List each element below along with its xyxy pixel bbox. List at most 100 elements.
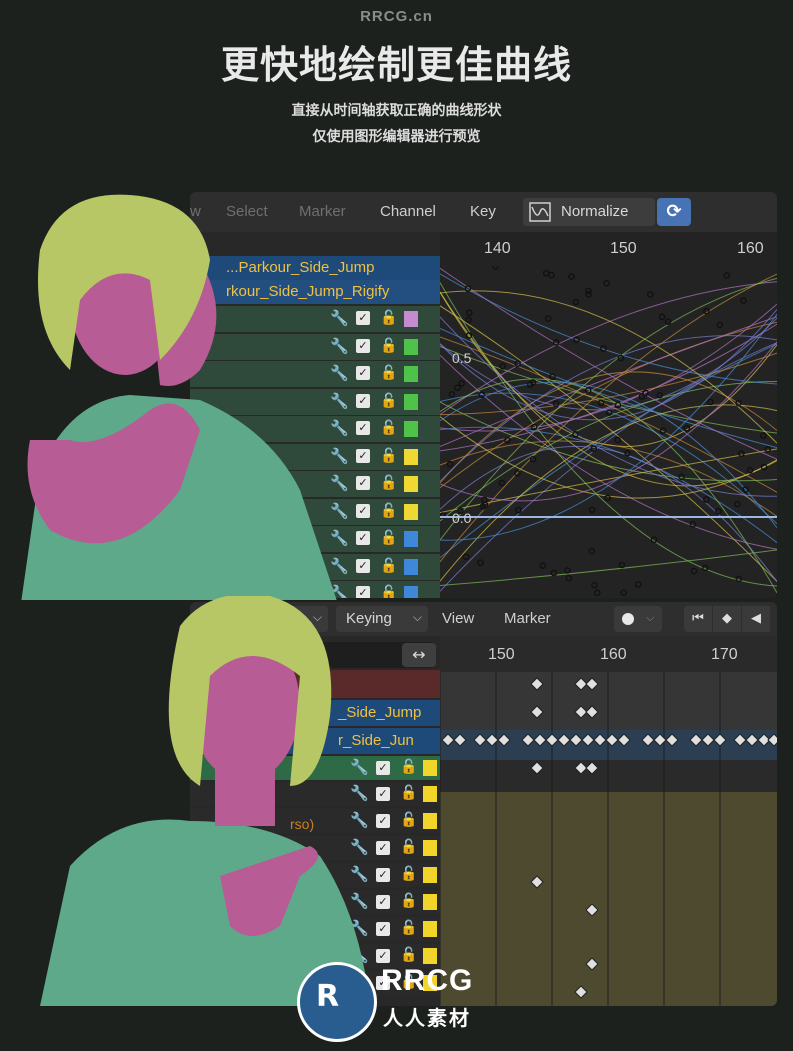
keyframe-point — [542, 269, 550, 277]
jump-keyframe-icon[interactable]: ◆ — [713, 606, 741, 632]
color-swatch — [423, 786, 437, 802]
keyframe-point — [492, 266, 499, 270]
keyframe-point — [715, 507, 722, 515]
menu-marker[interactable]: Marker — [504, 610, 551, 627]
fcurve — [440, 549, 777, 587]
rrcg-logo: R RRCG 人人素材 — [297, 962, 507, 1042]
fcurve — [440, 327, 777, 449]
keyframe-point — [548, 271, 555, 279]
keyframe-diamond — [530, 761, 544, 775]
record-icon — [622, 613, 634, 625]
lock-icon[interactable]: 🔓 — [380, 503, 397, 519]
normalize-label: Normalize — [561, 203, 629, 220]
character-bottom-image — [40, 596, 370, 1006]
keyframe-point — [565, 574, 573, 582]
keyframe-point — [690, 567, 698, 575]
keyframe-point — [618, 561, 626, 569]
keyframe-point — [591, 581, 598, 589]
color-swatch — [404, 586, 418, 598]
keyframe-point — [585, 291, 592, 298]
keyframe-point — [740, 297, 747, 304]
menu-key[interactable]: Key — [470, 203, 496, 220]
fcurve-plot — [440, 266, 777, 596]
lock-icon[interactable]: 🔓 — [400, 893, 417, 909]
keyframe-point — [664, 318, 672, 325]
page-title: 更快地绘制更佳曲线 — [220, 43, 572, 87]
dope-sheet-canvas[interactable]: 150 160 170 — [440, 636, 777, 1006]
lock-icon[interactable]: 🔓 — [380, 365, 397, 381]
keyframe-point — [465, 316, 472, 324]
menu-channel[interactable]: Channel — [380, 203, 436, 220]
ruler-frame-140: 140 — [484, 240, 511, 257]
lock-icon[interactable]: 🔓 — [380, 338, 397, 354]
keyframe-point — [550, 569, 558, 577]
keyframe-point — [646, 291, 654, 298]
lock-icon[interactable]: 🔓 — [400, 866, 417, 882]
keyframe-point — [539, 562, 547, 569]
keyframe-point — [603, 279, 610, 287]
subtitle-line2: 仅使用图形编辑器进行预览 — [312, 129, 481, 145]
keyframe-point — [477, 559, 484, 566]
keyframe-point — [634, 581, 642, 588]
keyframe-point — [454, 384, 461, 392]
keyframe-point — [568, 273, 575, 280]
keyframe-point — [499, 363, 507, 370]
lock-icon[interactable]: 🔓 — [400, 759, 417, 775]
lock-icon[interactable]: 🔓 — [400, 947, 417, 963]
ruler-frame-150: 150 — [610, 240, 637, 257]
color-swatch — [423, 813, 437, 829]
keyframe-point — [723, 272, 731, 279]
keyframe-point — [620, 589, 627, 596]
lock-icon[interactable]: 🔓 — [380, 558, 397, 574]
keyframe-point — [458, 380, 465, 387]
keyframe-point — [448, 391, 456, 398]
keyframe-point — [614, 436, 621, 444]
menu-view[interactable]: View — [442, 610, 474, 627]
record-button[interactable]: ⌵ — [614, 606, 662, 632]
keyframe-point — [656, 391, 664, 399]
lock-icon[interactable]: 🔓 — [380, 393, 397, 409]
normalize-toggle[interactable]: Normalize — [523, 198, 655, 226]
jump-start-icon[interactable]: ⏮ — [684, 606, 712, 632]
keyframe-point — [716, 321, 724, 329]
keyframe-point — [588, 506, 596, 514]
lock-icon[interactable]: 🔓 — [400, 785, 417, 801]
auto-normalize-sync-icon[interactable]: ⟳ — [657, 198, 691, 226]
color-swatch — [404, 421, 418, 437]
color-swatch — [404, 503, 418, 520]
lock-icon[interactable]: 🔓 — [400, 812, 417, 828]
keyframe-point — [515, 506, 522, 514]
graph-editor-canvas[interactable]: 140 150 160 0.5 0.0 — [440, 232, 777, 598]
keyframe-point — [462, 553, 470, 561]
color-swatch — [404, 393, 418, 410]
keyframe-diamond — [574, 761, 588, 775]
color-swatch — [404, 338, 418, 355]
lock-icon[interactable]: 🔓 — [400, 920, 417, 936]
subtitle-line1: 直接从时间轴获取正确的曲线形状 — [291, 103, 502, 119]
lock-icon[interactable]: 🔓 — [400, 839, 417, 855]
color-swatch — [423, 840, 437, 856]
keyframe-point — [594, 589, 601, 596]
lock-icon[interactable]: 🔓 — [380, 475, 397, 491]
lock-icon[interactable]: 🔓 — [380, 310, 397, 326]
keyframe-point — [746, 467, 754, 474]
keyframe-point — [572, 298, 580, 306]
keyframe-point — [544, 315, 552, 322]
keyframe-point — [588, 547, 595, 555]
color-swatch — [404, 448, 418, 465]
lock-icon[interactable]: 🔓 — [380, 585, 397, 598]
lock-icon[interactable]: 🔓 — [380, 530, 397, 546]
color-swatch — [404, 311, 418, 327]
keyframe-point — [529, 455, 537, 463]
y-label-0-0: 0.0 — [452, 510, 472, 526]
lock-icon[interactable]: 🔓 — [380, 420, 397, 436]
swap-arrows-icon[interactable]: ↔ — [402, 643, 436, 667]
keyframe-point — [498, 479, 506, 487]
lock-icon[interactable]: 🔓 — [380, 448, 397, 464]
color-swatch — [423, 867, 437, 883]
fcurve — [440, 323, 777, 452]
play-reverse-icon[interactable]: ◀ — [742, 606, 770, 632]
keyframe-point — [446, 460, 454, 468]
ruler-frame-160: 160 — [600, 646, 627, 663]
color-swatch — [423, 760, 437, 776]
